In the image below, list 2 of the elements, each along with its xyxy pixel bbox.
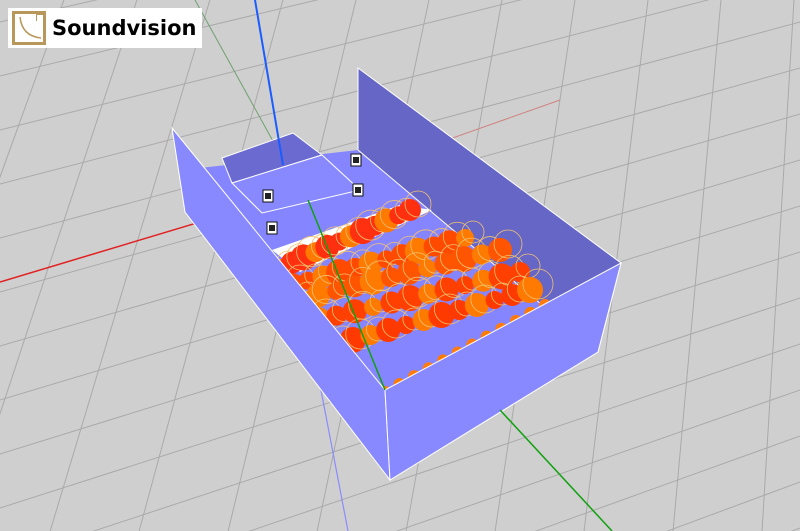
logo-emblem-icon bbox=[12, 11, 46, 45]
logo-text: Soundvision bbox=[52, 15, 196, 42]
